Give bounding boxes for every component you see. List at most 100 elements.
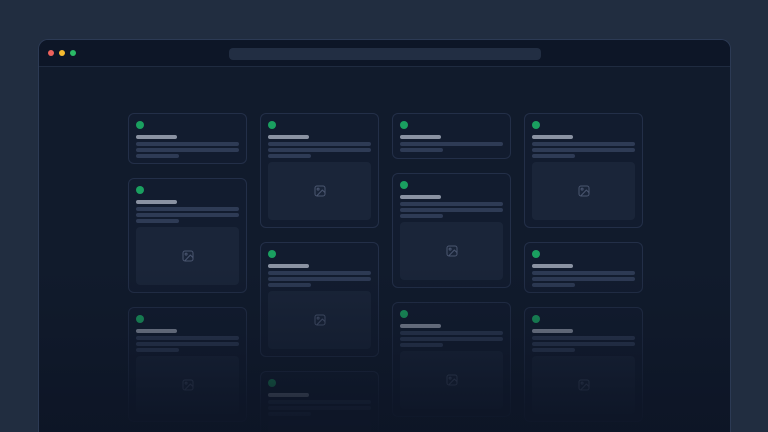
image-placeholder <box>400 351 503 409</box>
feed-card[interactable] <box>260 242 379 357</box>
skeleton-name-line <box>532 135 573 139</box>
feed-card[interactable] <box>524 307 643 422</box>
skeleton-text-line <box>400 142 503 146</box>
image-placeholder <box>532 162 635 220</box>
feed-card[interactable] <box>524 242 643 293</box>
address-bar[interactable] <box>229 48 541 60</box>
skeleton-name-line <box>532 264 573 268</box>
skeleton-text-line <box>400 208 503 212</box>
image-icon <box>578 379 590 391</box>
feed-card[interactable] <box>392 113 511 159</box>
skeleton-text-line <box>532 277 635 281</box>
avatar-status-dot <box>532 315 540 323</box>
browser-titlebar <box>39 40 730 67</box>
image-placeholder <box>268 420 371 432</box>
feed-column-3 <box>392 113 511 432</box>
skeleton-text-line <box>268 148 371 152</box>
image-icon <box>314 314 326 326</box>
image-placeholder <box>268 291 371 349</box>
skeleton-text-line <box>136 219 179 223</box>
skeleton-name-line <box>268 264 309 268</box>
skeleton-text-line <box>532 271 635 275</box>
avatar-status-dot <box>268 379 276 387</box>
image-icon <box>446 245 458 257</box>
skeleton-text-line <box>136 336 239 340</box>
image-icon <box>182 250 194 262</box>
skeleton-name-line <box>400 195 441 199</box>
skeleton-text-line <box>532 154 575 158</box>
close-window-button[interactable] <box>48 50 54 56</box>
desktop-background: { "window": { "controls": [ {"name": "cl… <box>0 0 768 432</box>
minimize-window-button[interactable] <box>59 50 65 56</box>
skeleton-text-line <box>136 213 239 217</box>
skeleton-name-line <box>268 393 309 397</box>
image-placeholder <box>400 222 503 280</box>
skeleton-name-line <box>400 135 441 139</box>
skeleton-name-line <box>136 200 177 204</box>
skeleton-text-line <box>532 336 635 340</box>
feed-card[interactable] <box>392 173 511 288</box>
image-icon <box>182 379 194 391</box>
skeleton-name-line <box>136 329 177 333</box>
skeleton-text-line <box>268 400 371 404</box>
image-placeholder <box>268 162 371 220</box>
skeleton-text-line <box>532 342 635 346</box>
skeleton-text-line <box>268 277 371 281</box>
avatar-status-dot <box>268 121 276 129</box>
skeleton-text-line <box>136 342 239 346</box>
image-placeholder <box>136 356 239 414</box>
feed-grid <box>128 113 641 432</box>
skeleton-name-line <box>400 324 441 328</box>
image-placeholder <box>136 227 239 285</box>
skeleton-text-line <box>268 283 311 287</box>
skeleton-name-line <box>532 329 573 333</box>
skeleton-text-line <box>400 331 503 335</box>
avatar-status-dot <box>532 250 540 258</box>
avatar-status-dot <box>136 315 144 323</box>
avatar-status-dot <box>400 181 408 189</box>
skeleton-text-line <box>136 154 179 158</box>
window-controls <box>48 40 76 66</box>
zoom-window-button[interactable] <box>70 50 76 56</box>
skeleton-text-line <box>532 142 635 146</box>
skeleton-text-line <box>268 406 371 410</box>
feed-card[interactable] <box>128 178 247 293</box>
skeleton-text-line <box>136 142 239 146</box>
skeleton-name-line <box>268 135 309 139</box>
avatar-status-dot <box>136 186 144 194</box>
skeleton-text-line <box>532 148 635 152</box>
skeleton-text-line <box>400 214 443 218</box>
feed-column-2 <box>260 113 379 432</box>
feed-card[interactable] <box>524 113 643 228</box>
feed-card[interactable] <box>260 113 379 228</box>
skeleton-text-line <box>268 142 371 146</box>
avatar-status-dot <box>400 121 408 129</box>
feed-card[interactable] <box>260 371 379 432</box>
skeleton-text-line <box>532 283 575 287</box>
skeleton-text-line <box>136 148 239 152</box>
skeleton-text-line <box>268 154 311 158</box>
skeleton-text-line <box>400 343 443 347</box>
feed-card[interactable] <box>128 307 247 422</box>
skeleton-text-line <box>532 348 575 352</box>
skeleton-text-line <box>268 271 371 275</box>
skeleton-name-line <box>136 135 177 139</box>
browser-window <box>38 39 731 432</box>
feed-content <box>39 67 730 432</box>
feed-column-1 <box>128 113 247 432</box>
feed-column-4 <box>524 113 643 432</box>
feed-card[interactable] <box>128 113 247 164</box>
image-icon <box>578 185 590 197</box>
skeleton-text-line <box>400 337 503 341</box>
skeleton-text-line <box>136 207 239 211</box>
skeleton-text-line <box>268 412 311 416</box>
image-placeholder <box>532 356 635 414</box>
image-icon <box>446 374 458 386</box>
avatar-status-dot <box>136 121 144 129</box>
feed-card[interactable] <box>392 302 511 417</box>
skeleton-text-line <box>136 348 179 352</box>
skeleton-text-line <box>400 148 443 152</box>
avatar-status-dot <box>400 310 408 318</box>
skeleton-text-line <box>400 202 503 206</box>
avatar-status-dot <box>532 121 540 129</box>
